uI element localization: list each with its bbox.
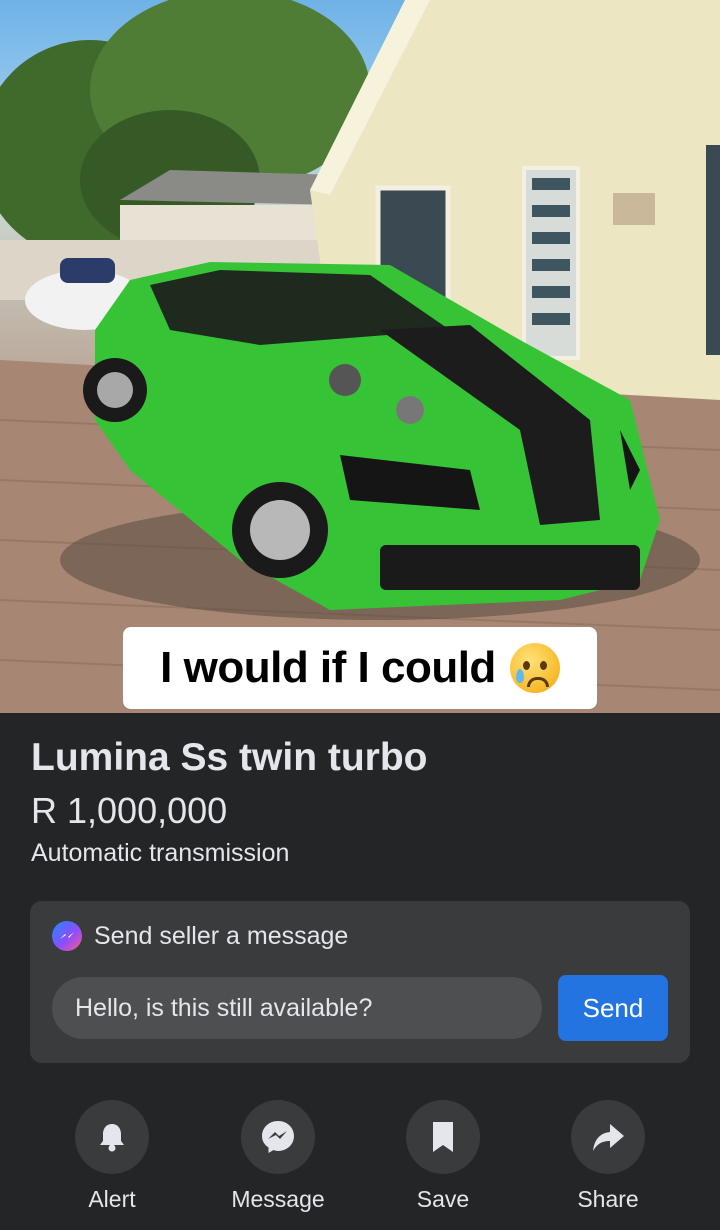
message-seller-heading: Send seller a message bbox=[52, 921, 348, 951]
listing-photo[interactable]: I would if I could bbox=[0, 0, 720, 713]
bell-icon bbox=[100, 1124, 124, 1152]
messenger-icon bbox=[52, 921, 82, 951]
message-label: Message bbox=[231, 1186, 325, 1212]
listing-title: Lumina Ss twin turbo bbox=[31, 736, 428, 779]
message-seller-label: Send seller a message bbox=[94, 921, 349, 950]
send-button[interactable]: Send bbox=[558, 975, 668, 1041]
message-seller-card: Send seller a message Hello, is this sti… bbox=[30, 901, 690, 1063]
caption-text: I would if I could bbox=[160, 643, 496, 692]
caption-overlay: I would if I could bbox=[123, 627, 597, 709]
listing-price: R 1,000,000 bbox=[31, 790, 228, 831]
action-bar: Alert Message Save Share bbox=[0, 1100, 720, 1220]
message-action[interactable]: Message bbox=[208, 1100, 348, 1213]
message-button[interactable] bbox=[241, 1100, 315, 1174]
share-arrow-icon bbox=[593, 1124, 624, 1151]
alert-button[interactable] bbox=[75, 1100, 149, 1174]
listing-transmission: Automatic transmission bbox=[31, 839, 290, 867]
save-action[interactable]: Save bbox=[373, 1100, 513, 1213]
tear-drop bbox=[515, 669, 524, 683]
share-label: Share bbox=[577, 1186, 639, 1212]
save-button[interactable] bbox=[406, 1100, 480, 1174]
frown-mouth bbox=[526, 677, 549, 687]
crying-face-emoji bbox=[509, 643, 560, 693]
save-label: Save bbox=[416, 1186, 470, 1212]
alert-action[interactable]: Alert bbox=[42, 1100, 182, 1213]
message-input[interactable]: Hello, is this still available? bbox=[52, 977, 542, 1039]
alert-label: Alert bbox=[88, 1186, 136, 1212]
bookmark-icon bbox=[433, 1122, 453, 1152]
car-photo-illustration bbox=[0, 0, 720, 713]
share-button[interactable] bbox=[571, 1100, 645, 1174]
share-action[interactable]: Share bbox=[538, 1100, 678, 1213]
messenger-icon bbox=[262, 1121, 294, 1153]
